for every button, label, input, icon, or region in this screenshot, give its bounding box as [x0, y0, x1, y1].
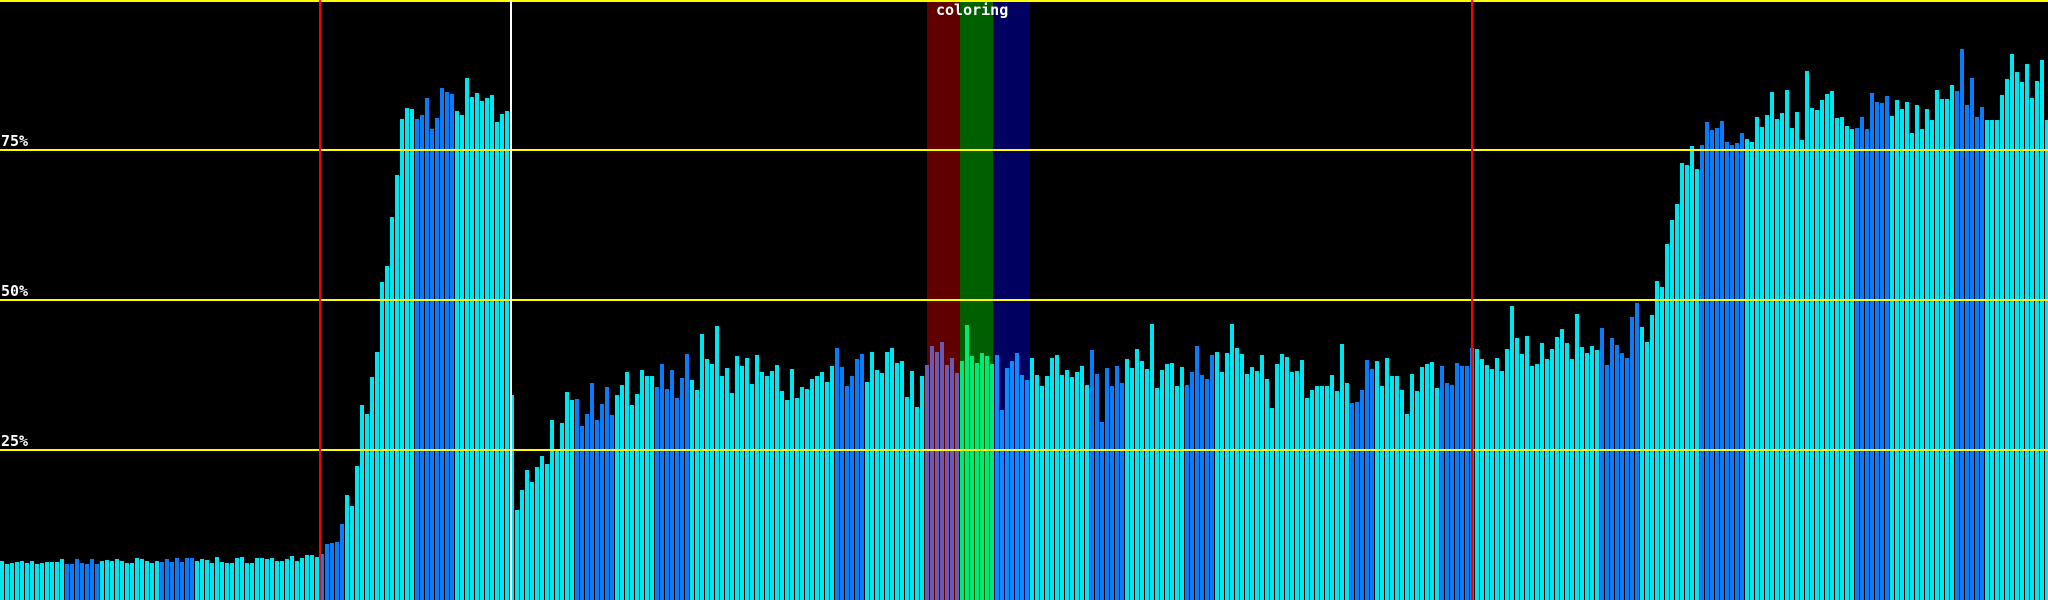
usage-history-chart: 75% 50% 25% coloring — [0, 0, 2048, 600]
y-tick-label-50: 50% — [1, 282, 29, 300]
coloring-overlay-label: coloring — [936, 1, 1009, 19]
y-tick-label-25: 25% — [1, 432, 29, 450]
y-tick-label-75: 75% — [1, 132, 29, 150]
y-axis-labels-layer: 75% 50% 25% — [0, 0, 2048, 600]
